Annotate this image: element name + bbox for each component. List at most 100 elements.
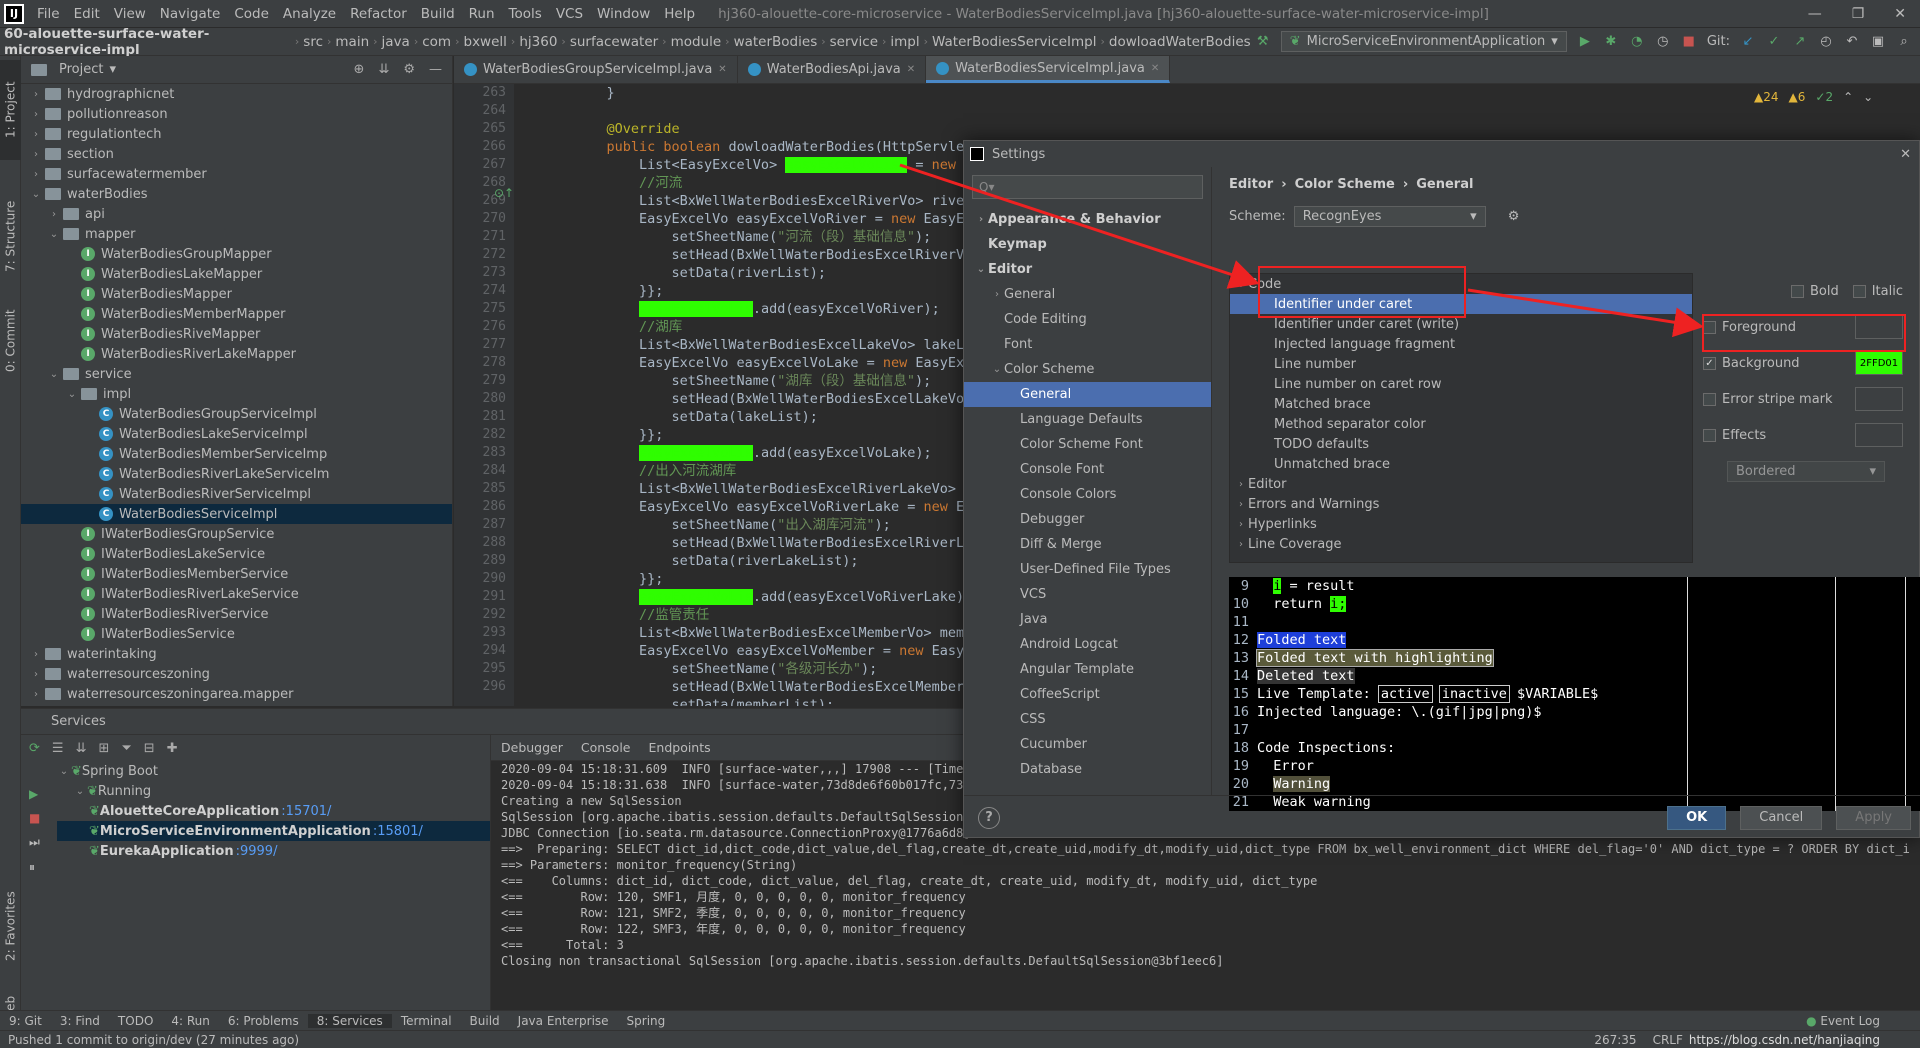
error-stripe-checkbox[interactable] bbox=[1703, 392, 1716, 406]
tree-folder[interactable]: › section bbox=[21, 144, 452, 164]
settings-nav-item[interactable]: ⌄ Editor bbox=[964, 257, 1211, 282]
chevron-right-icon[interactable]: › bbox=[29, 129, 43, 140]
locate-target-icon[interactable]: ⊕ bbox=[354, 62, 365, 77]
settings-nav-item[interactable]: › Appearance & Behavior bbox=[964, 207, 1211, 232]
git-push-icon[interactable]: ↗ bbox=[1792, 34, 1808, 50]
settings-nav-item[interactable]: CSS bbox=[964, 707, 1211, 732]
group-by-icon[interactable]: ⊞ bbox=[98, 741, 109, 756]
breadcrumb-item[interactable]: module bbox=[667, 34, 726, 50]
hide-icon[interactable]: — bbox=[429, 62, 442, 77]
chevron-right-icon[interactable]: › bbox=[974, 214, 988, 225]
bottom-tab[interactable]: 4: Run bbox=[162, 1014, 219, 1028]
settings-nav-item[interactable]: Font bbox=[964, 332, 1211, 357]
tree-folder[interactable]: ⌄ impl bbox=[21, 384, 452, 404]
settings-nav-item[interactable]: ⌄ Color Scheme bbox=[964, 357, 1211, 382]
chevron-right-icon[interactable]: › bbox=[29, 89, 43, 100]
run-icon[interactable]: ▶ bbox=[1577, 34, 1593, 50]
breadcrumb-item[interactable]: service bbox=[826, 34, 882, 50]
chevron-right-icon[interactable]: › bbox=[29, 689, 43, 700]
scheme-select[interactable]: RecognEyes ▾ bbox=[1293, 205, 1486, 227]
chevron-down-icon[interactable]: ⌄ bbox=[47, 229, 61, 240]
chevron-right-icon[interactable]: › bbox=[29, 109, 43, 120]
effect-type-select[interactable]: Bordered ▾ bbox=[1727, 460, 1885, 482]
attribute-item[interactable]: › Line Coverage bbox=[1230, 534, 1692, 554]
menu-navigate[interactable]: Navigate bbox=[153, 0, 228, 28]
service-port-link[interactable]: :9999/ bbox=[236, 844, 278, 859]
chevron-right-icon[interactable]: › bbox=[1234, 499, 1248, 510]
breadcrumb-item[interactable]: hj360 bbox=[515, 34, 561, 50]
caret-position[interactable]: 267:35 bbox=[1594, 1033, 1652, 1047]
chevron-down-icon[interactable]: ⌄ bbox=[1863, 90, 1873, 104]
tree-class[interactable]: I IWaterBodiesMemberService bbox=[21, 564, 452, 584]
settings-nav-item[interactable]: Console Font bbox=[964, 457, 1211, 482]
breadcrumb-item[interactable]: dowloadWaterBodies bbox=[1105, 34, 1255, 50]
effects-checkbox[interactable] bbox=[1703, 428, 1716, 442]
attribute-item[interactable]: Injected language fragment bbox=[1230, 334, 1692, 354]
chevron-right-icon[interactable]: › bbox=[47, 209, 61, 220]
attribute-item[interactable]: › Editor bbox=[1230, 474, 1692, 494]
breadcrumb-item[interactable]: WaterBodiesServiceImpl bbox=[928, 34, 1100, 50]
settings-nav-item[interactable]: Angular Template bbox=[964, 657, 1211, 682]
attribute-item[interactable]: TODO defaults bbox=[1230, 434, 1692, 454]
chevron-up-icon[interactable]: ⌃ bbox=[1843, 90, 1853, 104]
tree-class[interactable]: C WaterBodiesGroupServiceImpl bbox=[21, 404, 452, 424]
settings-nav-item[interactable]: › General bbox=[964, 282, 1211, 307]
chevron-down-icon[interactable]: ⌄ bbox=[990, 364, 1004, 375]
cancel-button[interactable]: Cancel bbox=[1740, 805, 1823, 830]
settings-nav-item[interactable]: General bbox=[964, 382, 1211, 407]
tree-folder[interactable]: › pollutionreason bbox=[21, 104, 452, 124]
tree-class[interactable]: I WaterBodiesRiverLakeMapper bbox=[21, 344, 452, 364]
background-color-swatch[interactable]: 2FFD01 bbox=[1855, 351, 1903, 375]
attribute-item[interactable]: Line number bbox=[1230, 354, 1692, 374]
chevron-down-icon[interactable]: ▾ bbox=[109, 62, 116, 77]
breadcrumb-item[interactable]: java bbox=[378, 34, 414, 50]
tree-folder[interactable]: › regulationtech bbox=[21, 124, 452, 144]
attribute-item[interactable]: Line number on caret row bbox=[1230, 374, 1692, 394]
service-port-link[interactable]: :15701/ bbox=[281, 804, 331, 819]
bottom-tab[interactable]: Spring bbox=[618, 1014, 675, 1028]
line-separator[interactable]: CRLF bbox=[1653, 1033, 1689, 1047]
settings-nav-item[interactable]: Language Defaults bbox=[964, 407, 1211, 432]
chevron-right-icon[interactable]: › bbox=[29, 649, 43, 660]
project-panel-title[interactable]: Project bbox=[59, 62, 103, 77]
tree-class[interactable]: C WaterBodiesLakeServiceImpl bbox=[21, 424, 452, 444]
menu-view[interactable]: View bbox=[107, 0, 153, 28]
chevron-right-icon[interactable]: › bbox=[1234, 539, 1248, 550]
console-tab-console[interactable]: Console bbox=[581, 740, 631, 755]
bottom-tab[interactable]: 9: Git bbox=[0, 1014, 51, 1028]
chevron-down-icon[interactable]: ⌄ bbox=[974, 264, 988, 275]
new-tab-icon[interactable]: ⊟ bbox=[144, 741, 155, 756]
editor-tab[interactable]: WaterBodiesGroupServiceImpl.java ✕ bbox=[454, 56, 738, 83]
effects-swatch[interactable] bbox=[1855, 423, 1903, 447]
git-rollback-icon[interactable]: ↶ bbox=[1844, 34, 1860, 50]
tree-class[interactable]: I IWaterBodiesService bbox=[21, 624, 452, 644]
tree-class[interactable]: I WaterBodiesLakeMapper bbox=[21, 264, 452, 284]
close-tab-icon[interactable]: ✕ bbox=[1151, 63, 1159, 74]
settings-nav-item[interactable]: Color Scheme Font bbox=[964, 432, 1211, 457]
chevron-right-icon[interactable]: › bbox=[1234, 519, 1248, 530]
chevron-down-icon[interactable]: ⌄ bbox=[65, 389, 79, 400]
tree-folder[interactable]: › surfacewatermember bbox=[21, 164, 452, 184]
git-history-icon[interactable]: ◴ bbox=[1818, 34, 1834, 50]
minimize-icon[interactable]: — bbox=[1808, 6, 1822, 22]
tree-class[interactable]: I IWaterBodiesRiverLakeService bbox=[21, 584, 452, 604]
filter-icon[interactable]: ⏷ bbox=[121, 741, 131, 756]
breadcrumb-item[interactable]: surfacewater bbox=[566, 34, 662, 50]
tree-class[interactable]: I WaterBodiesGroupMapper bbox=[21, 244, 452, 264]
tree-folder[interactable]: ⌄ service bbox=[21, 364, 452, 384]
menu-edit[interactable]: Edit bbox=[67, 0, 107, 28]
settings-nav-item[interactable]: Diff & Merge bbox=[964, 532, 1211, 557]
tree-folder[interactable]: › api bbox=[21, 204, 452, 224]
project-structure-icon[interactable]: ▣ bbox=[1870, 34, 1886, 50]
pause-icon[interactable]: ⏸ bbox=[29, 860, 40, 875]
menu-build[interactable]: Build bbox=[414, 0, 462, 28]
service-item[interactable]: ⌄ ❦ Running bbox=[57, 781, 490, 801]
override-gutter-icon[interactable]: ⊙↑ bbox=[494, 186, 514, 200]
help-icon[interactable]: ? bbox=[978, 806, 1000, 829]
tree-class[interactable]: C WaterBodiesServiceImpl bbox=[21, 504, 452, 524]
error-stripe-swatch[interactable] bbox=[1855, 387, 1903, 411]
menu-code[interactable]: Code bbox=[227, 0, 276, 28]
profile-icon[interactable]: ◷ bbox=[1655, 34, 1671, 50]
bottom-tab[interactable]: 8: Services bbox=[307, 1013, 392, 1028]
tree-class[interactable]: I IWaterBodiesLakeService bbox=[21, 544, 452, 564]
